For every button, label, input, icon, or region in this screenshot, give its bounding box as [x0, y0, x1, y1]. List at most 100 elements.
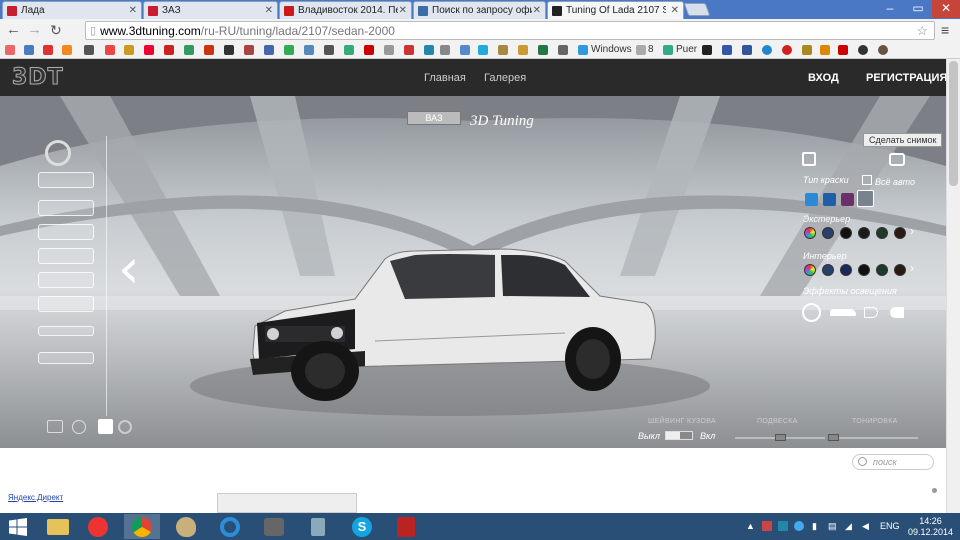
chrome-icon[interactable] [124, 514, 160, 539]
bookmark-icon[interactable] [404, 45, 414, 55]
image-icon[interactable] [47, 420, 63, 433]
bookmark-8[interactable]: 8 [648, 44, 654, 55]
exterior-swatch[interactable] [876, 227, 888, 239]
bookmark-icon[interactable] [184, 45, 194, 55]
exterior-swatch[interactable] [822, 227, 834, 239]
bumper-icon[interactable] [38, 172, 94, 188]
skype-icon[interactable]: S [344, 514, 380, 539]
paint-custom-swatch[interactable] [857, 190, 874, 207]
yandex-direct-link[interactable]: Яндекс.Директ [8, 493, 63, 502]
exterior-color-wheel[interactable] [804, 227, 816, 239]
tab-zaz[interactable]: ЗАЗ ✕ [143, 1, 278, 19]
search-input[interactable]: поиск [852, 454, 934, 470]
back-icon[interactable]: ← [6, 22, 21, 38]
bookmark-icon[interactable] [762, 45, 772, 55]
bookmark-star-icon[interactable]: ☆ [916, 23, 928, 39]
scrollbar-thumb[interactable] [949, 61, 958, 186]
register-link[interactable]: РЕГИСТРАЦИЯ [866, 72, 947, 84]
bookmark-icon[interactable] [460, 45, 470, 55]
twitter-icon[interactable] [478, 45, 488, 55]
steering-wheel-icon[interactable] [118, 420, 132, 434]
acrobat-icon[interactable] [388, 514, 424, 539]
menu-icon[interactable]: ≡ [941, 23, 949, 37]
bookmark-icon[interactable] [440, 45, 450, 55]
site-logo[interactable]: 3DT [12, 65, 64, 91]
wheel-icon[interactable] [45, 140, 71, 166]
tab-close-icon[interactable]: ✕ [265, 5, 273, 16]
body-shaving-toggle[interactable] [665, 431, 693, 440]
tab-close-icon[interactable]: ✕ [399, 5, 407, 16]
bookmark-icon[interactable] [702, 45, 712, 55]
mirror-icon[interactable] [38, 296, 94, 312]
bookmark-icon[interactable] [518, 45, 528, 55]
exterior-swatch[interactable] [858, 227, 870, 239]
tab-close-icon[interactable]: ✕ [129, 5, 137, 16]
paint-icon[interactable] [168, 514, 204, 539]
car-model-lada-2107[interactable] [245, 241, 660, 411]
tray-wifi-icon[interactable]: ◢ [845, 521, 852, 532]
system-clock[interactable]: 14:26 09.12.2014 [908, 516, 953, 538]
bookmark-icon[interactable] [722, 45, 732, 55]
minimize-icon[interactable]: – [876, 0, 904, 18]
start-button[interactable] [0, 514, 36, 539]
bookmark-icon[interactable] [324, 45, 334, 55]
exterior-swatch[interactable] [894, 227, 906, 239]
taillight-icon[interactable] [38, 224, 94, 240]
page-scrollbar[interactable] [946, 59, 960, 513]
calculator-icon[interactable] [300, 514, 336, 539]
nav-home-link[interactable]: Главная [424, 72, 466, 84]
ad-banner[interactable] [217, 493, 357, 513]
interior-swatch[interactable] [840, 264, 852, 276]
tab-close-icon[interactable]: ✕ [533, 5, 541, 16]
ccleaner-icon[interactable] [212, 514, 248, 539]
rim-light-icon[interactable] [802, 303, 821, 322]
bookmark-icon[interactable] [62, 45, 72, 55]
tray-power-icon[interactable]: ▮ [812, 521, 817, 532]
file-explorer-icon[interactable] [40, 514, 76, 539]
bookmark-icon[interactable] [663, 45, 673, 55]
bookmark-icon[interactable] [802, 45, 812, 55]
bookmark-icon[interactable] [878, 45, 888, 55]
interior-swatch[interactable] [822, 264, 834, 276]
tint-slider-handle[interactable] [828, 434, 839, 441]
bookmark-icon[interactable] [5, 45, 15, 55]
bookmark-icon[interactable] [304, 45, 314, 55]
tray-app-icon[interactable] [778, 521, 788, 531]
bookmark-icon[interactable] [284, 45, 294, 55]
bookmark-icon[interactable] [558, 45, 568, 55]
reload-icon[interactable]: ↻ [50, 22, 62, 38]
bookmark-icon[interactable] [84, 45, 94, 55]
forward-icon[interactable]: → [27, 22, 42, 38]
bookmark-icon[interactable] [498, 45, 508, 55]
address-bar[interactable]: ▯ www.3dtuning.com/ru-RU/tuning/lada/210… [85, 21, 935, 40]
bookmark-icon[interactable] [858, 45, 868, 55]
bookmark-icon[interactable] [782, 45, 792, 55]
whole-car-checkbox[interactable] [862, 175, 872, 185]
tray-chevron-icon[interactable]: ▲ [746, 521, 755, 531]
interior-swatch[interactable] [858, 264, 870, 276]
exhaust-icon[interactable] [38, 352, 94, 364]
bookmark-icon[interactable] [264, 45, 274, 55]
windows-icon[interactable] [578, 45, 588, 55]
bookmark-icon[interactable] [364, 45, 374, 55]
rotate-icon[interactable] [72, 420, 86, 434]
nav-gallery-link[interactable]: Галерея [484, 72, 526, 84]
save-icon[interactable] [802, 152, 816, 166]
tuning-viewport[interactable]: ВАЗ 3D Tuning ‹ Сделать снимок Тип краск… [0, 96, 946, 448]
bookmark-icon[interactable] [204, 45, 214, 55]
paint-metallic-swatch[interactable] [841, 193, 854, 206]
bookmark-icon[interactable] [43, 45, 53, 55]
world-of-tanks-icon[interactable] [256, 514, 292, 539]
tray-app-icon[interactable] [762, 521, 772, 531]
bookmark-icon[interactable] [224, 45, 234, 55]
bookmark-icon[interactable] [838, 45, 848, 55]
bookmark-icon[interactable] [164, 45, 174, 55]
chevron-right-icon[interactable]: › [910, 261, 914, 275]
paint-matte-swatch[interactable] [823, 193, 836, 206]
tab-lada[interactable]: Лада ✕ [2, 1, 142, 19]
bookmark-icon[interactable] [24, 45, 34, 55]
bookmark-icon[interactable] [384, 45, 394, 55]
bookmark-icon[interactable] [124, 45, 134, 55]
bookmark-windows[interactable]: Windows [591, 44, 632, 55]
headlight-icon[interactable] [38, 200, 94, 216]
